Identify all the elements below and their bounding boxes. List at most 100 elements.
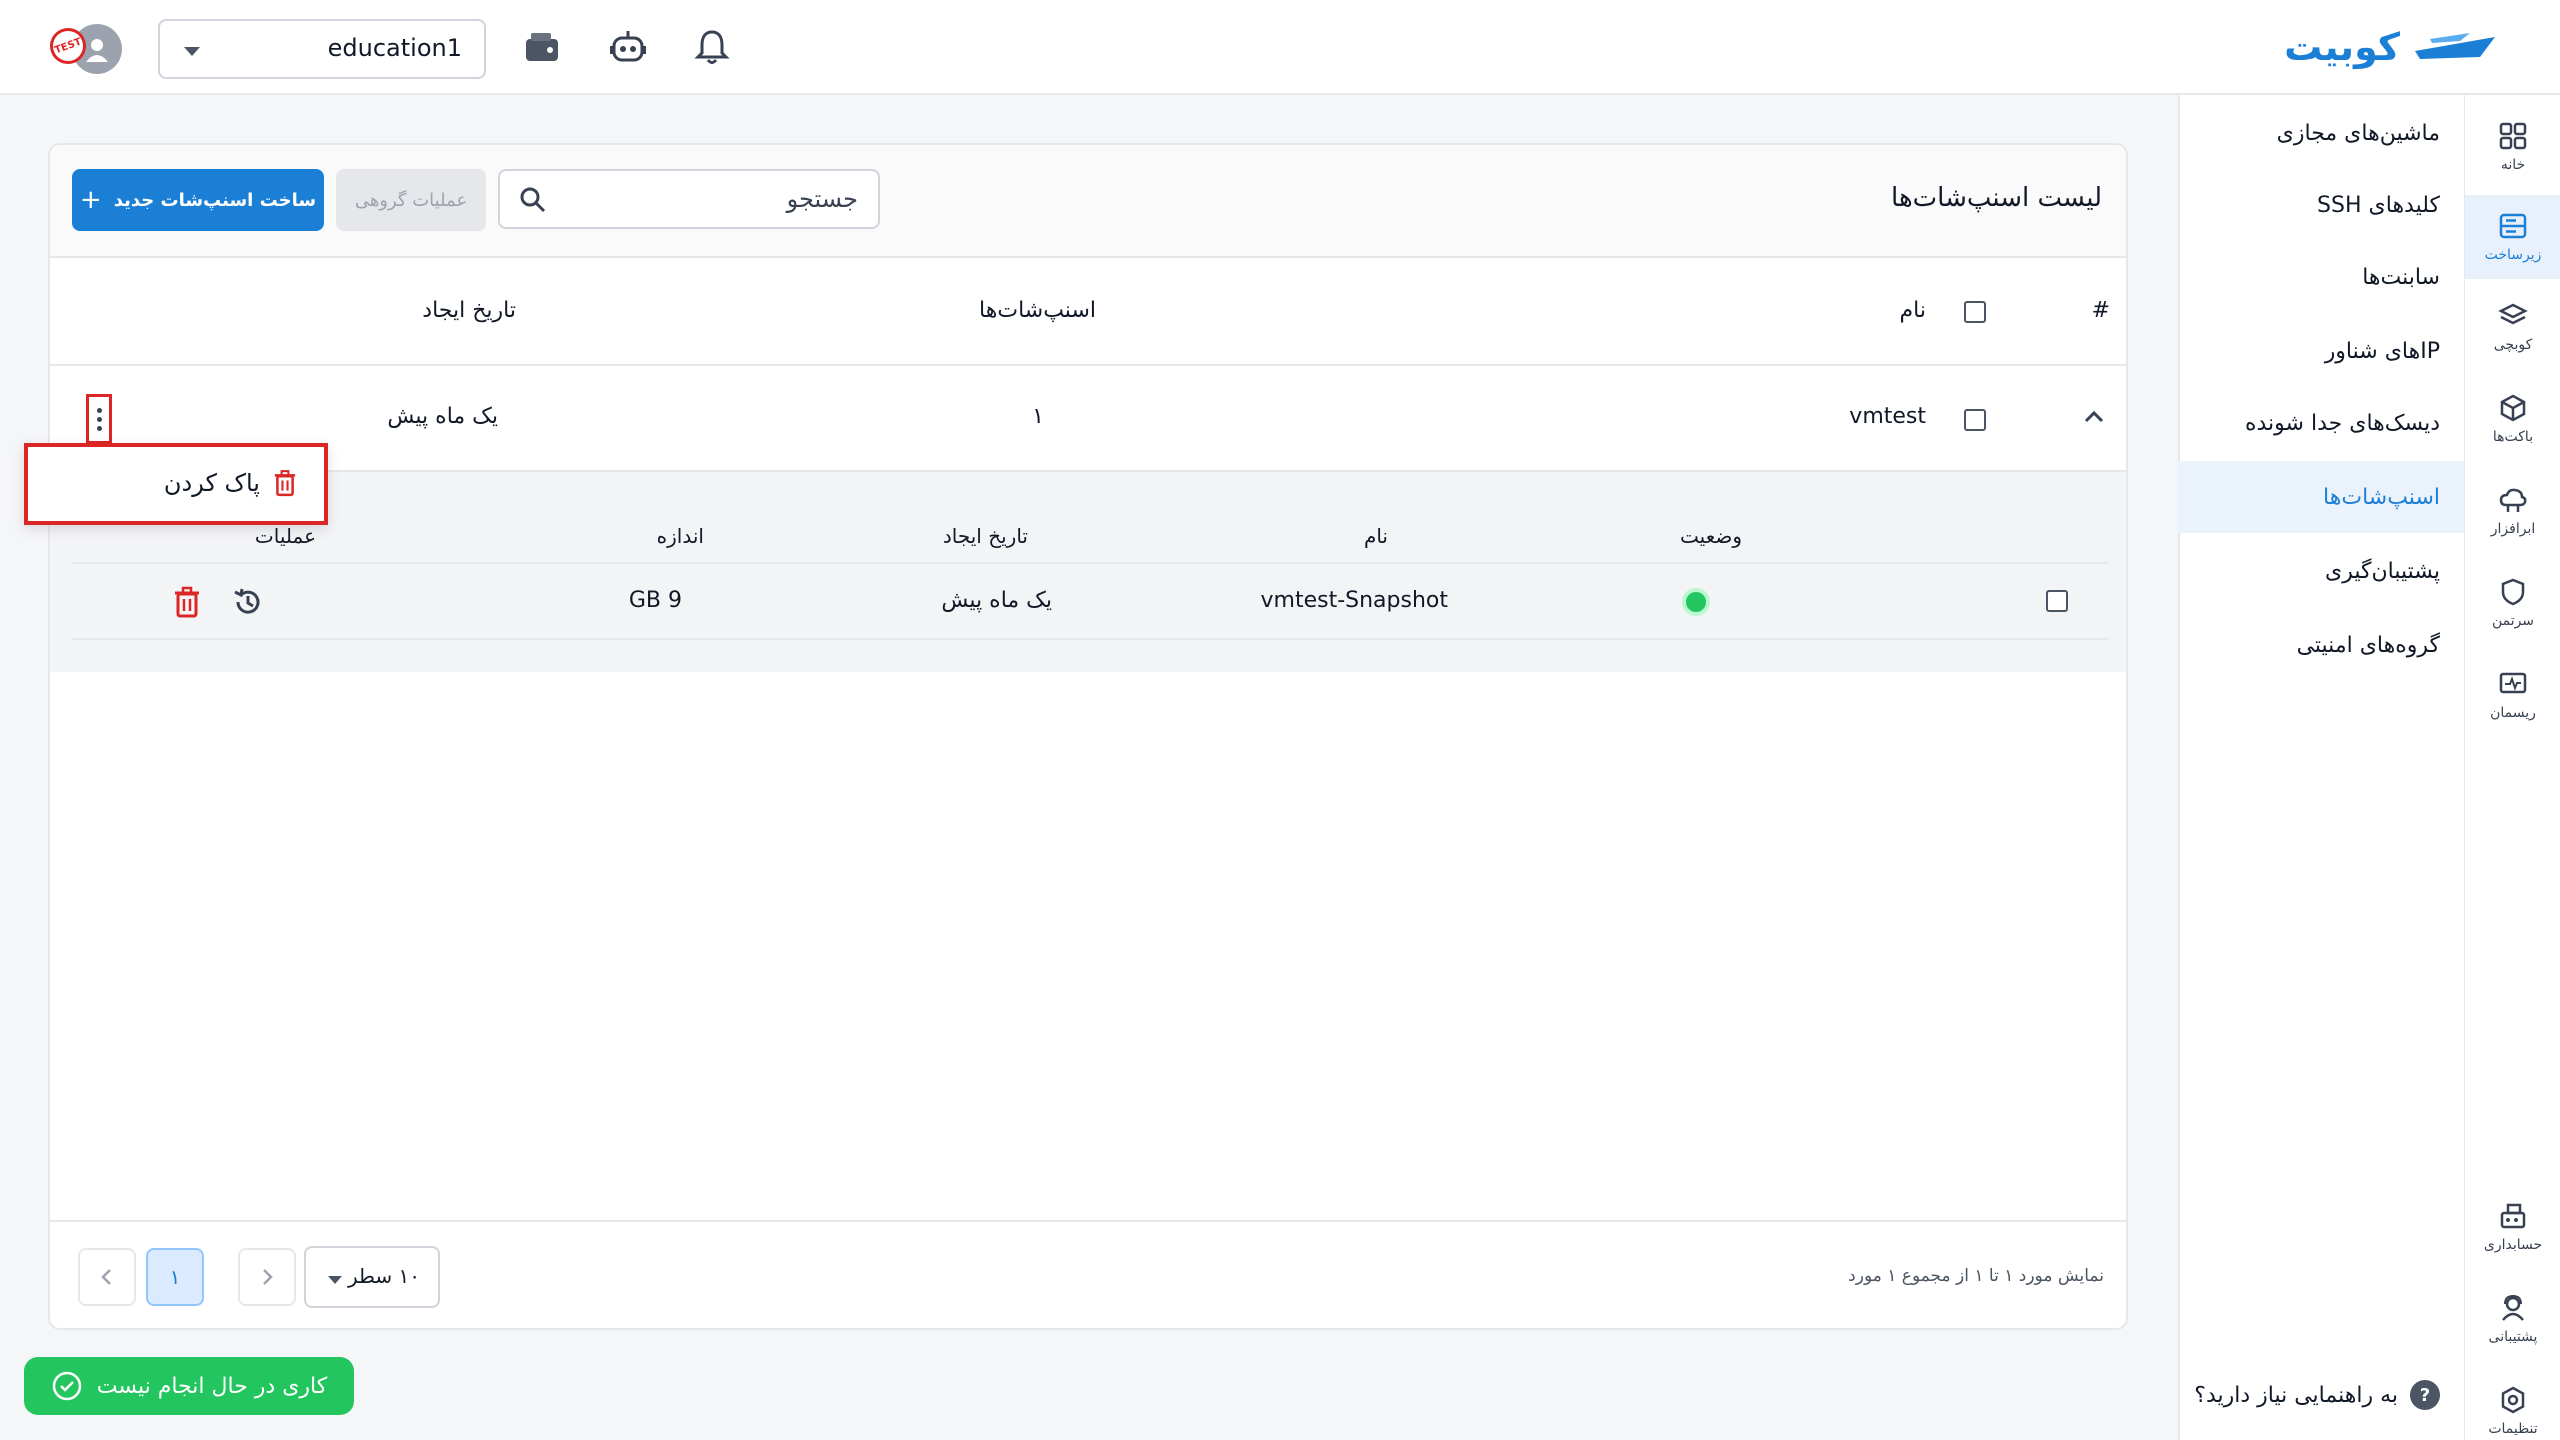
rows-per-page-value: ۱۰ سطر [347, 1264, 420, 1288]
search-placeholder: جستجو [786, 185, 858, 213]
rows-per-page-select[interactable]: ۱۰ سطر [304, 1246, 440, 1308]
rail-label: سرتمن [2491, 613, 2535, 629]
snapshot-created: یک ماه پیش [941, 588, 1052, 613]
select-all-checkbox[interactable] [1964, 301, 1986, 323]
search-input[interactable]: جستجو [498, 169, 880, 229]
row-checkbox[interactable] [1964, 409, 1986, 431]
sub-column-actions: عملیات [254, 524, 316, 548]
logo[interactable]: کوبیت [2260, 22, 2500, 72]
create-snapshot-button[interactable]: ساخت اسنپ‌شات جدید + [72, 169, 324, 231]
wallet-icon[interactable] [520, 25, 564, 69]
column-name: نام [1899, 298, 1926, 323]
settings-icon [2501, 1386, 2525, 1414]
sub-column-name: نام [1363, 524, 1388, 548]
rail-item-kubchi[interactable]: کوبچی [2465, 285, 2560, 369]
row-created: یک ماه پیش [387, 404, 498, 429]
toast-text: کاری در حال انجام نیست [96, 1373, 328, 1399]
rail-item-sartman[interactable]: سرتمن [2465, 561, 2560, 645]
rail-label: کوبچی [2493, 337, 2533, 353]
chevron-down-icon [328, 1276, 342, 1284]
pagination-prev-button[interactable] [78, 1248, 136, 1306]
rail-label: زیرساخت [2484, 247, 2542, 263]
pagination-next-button[interactable] [238, 1248, 296, 1306]
submenu-item-subnets[interactable]: سابنت‌ها [2178, 241, 2464, 313]
table-header: # نام اسنپ‌شات‌ها تاریخ ایجاد [50, 258, 2126, 366]
rail-label: ابرافزار [2490, 521, 2536, 537]
cube-icon [2500, 394, 2526, 422]
chevron-left-icon [101, 1269, 111, 1285]
snapshot-row: vmtest-Snapshot یک ماه پیش 9 GB [72, 564, 2108, 640]
logo-text: کوبیت [2284, 25, 2400, 69]
chevron-down-icon [184, 47, 200, 56]
shield-icon [2501, 578, 2525, 606]
delete-trash-icon[interactable] [174, 586, 200, 618]
submenu-item-virtual-machines[interactable]: ماشین‌های مجازی [2178, 97, 2464, 169]
column-hash: # [2091, 298, 2110, 323]
help-link[interactable]: ? به راهنمایی نیاز دارید؟ [2194, 1380, 2440, 1410]
submenu-item-ssh-keys[interactable]: کلیدهای SSH [2178, 169, 2464, 241]
rail-item-support[interactable]: پشتیبانی [2465, 1277, 2560, 1361]
support-icon [2502, 1294, 2524, 1321]
rail-item-home[interactable]: خانه [2465, 105, 2560, 189]
rail-item-buckets[interactable]: باکت‌ها [2465, 377, 2560, 461]
menu-item-delete-label: پاک کردن [163, 469, 260, 497]
create-snapshot-label: ساخت اسنپ‌شات جدید [113, 189, 317, 211]
rail-item-cloud-app[interactable]: ابرافزار [2465, 469, 2560, 553]
row-snapshot-count: ۱ [1032, 404, 1044, 429]
bulk-actions-button[interactable]: عملیات گروهی [336, 169, 486, 231]
row-name: vmtest [1849, 404, 1926, 429]
menu-item-delete[interactable]: پاک کردن [164, 469, 296, 497]
snapshot-subtable-header: وضعیت نام تاریخ ایجاد اندازه عملیات [72, 472, 2108, 564]
chevron-up-icon[interactable] [2084, 408, 2104, 424]
submenu-item-backup[interactable]: پشتیبان‌گیری [2178, 535, 2464, 607]
plus-icon: + [79, 185, 102, 215]
submenu-item-security-groups[interactable]: گروه‌های امنیتی [2178, 609, 2464, 681]
card-header: لیست اسنپ‌شات‌ها جستجو عملیات گروهی ساخت… [50, 145, 2126, 258]
submenu-item-detachable-disks[interactable]: دیسک‌های جدا شونده [2178, 387, 2464, 459]
top-bar: کوبیت education1 TEST [0, 0, 2560, 95]
rail-item-risman[interactable]: ریسمان [2465, 653, 2560, 737]
column-snapshots: اسنپ‌شات‌ها [979, 298, 1096, 323]
status-active-indicator [1682, 588, 1710, 616]
rail-label: خانه [2500, 157, 2526, 173]
sub-column-size: اندازه [656, 524, 704, 548]
accounting-icon [2500, 1203, 2526, 1229]
search-icon [520, 187, 546, 213]
table-row: vmtest ۱ یک ماه پیش [50, 366, 2126, 472]
logo-ship-icon [2415, 33, 2495, 59]
notification-bell-icon[interactable] [690, 25, 734, 69]
rail-label: ریسمان [2490, 705, 2536, 721]
monitor-icon [2499, 672, 2527, 694]
layers-icon [2498, 303, 2528, 325]
home-grid-icon [2499, 122, 2527, 150]
delete-trash-icon [274, 470, 296, 497]
expanded-snapshots-panel: وضعیت نام تاریخ ایجاد اندازه عملیات vmte… [50, 472, 2126, 672]
snapshot-name: vmtest-Snapshot [1260, 588, 1448, 613]
restore-history-icon[interactable] [232, 586, 264, 618]
kebab-dot [96, 407, 102, 413]
rail-label: پشتیبانی [2488, 1329, 2538, 1345]
pagination-page-current[interactable]: ۱ [146, 1248, 204, 1306]
rail-item-infrastructure[interactable]: زیرساخت [2465, 195, 2560, 279]
cloud-app-icon [2499, 488, 2527, 512]
help-text: به راهنمایی نیاز دارید؟ [2194, 1382, 2398, 1408]
task-status-toast: کاری در حال انجام نیست [24, 1357, 354, 1415]
chevron-right-icon [263, 1269, 273, 1285]
rail-label: باکت‌ها [2492, 429, 2534, 445]
submenu-item-snapshots[interactable]: اسنپ‌شات‌ها [2178, 461, 2464, 533]
workspace-select[interactable]: education1 [158, 19, 486, 79]
page-title: لیست اسنپ‌شات‌ها [1891, 183, 2102, 213]
row-actions-kebab-button[interactable] [86, 394, 112, 444]
table-footer: نمایش مورد ۱ تا ۱ از مجموع ۱ مورد ۱۰ سطر… [50, 1220, 2126, 1328]
submenu-item-floating-ips[interactable]: IPهای شناور [2178, 315, 2464, 387]
kebab-dot [96, 416, 102, 422]
snapshot-row-checkbox[interactable] [2046, 590, 2068, 612]
icon-rail: خانه زیرساخت کوبچی باکت‌ها ابرافزار سرتم… [2464, 95, 2560, 1440]
workspace-value: education1 [327, 34, 462, 62]
robot-icon[interactable] [606, 25, 650, 69]
rail-item-settings[interactable]: تنظیمات [2465, 1369, 2560, 1440]
infrastructure-submenu: ماشین‌های مجازی کلیدهای SSH سابنت‌ها IPه… [2178, 95, 2464, 1440]
help-icon: ? [2410, 1380, 2440, 1410]
sub-column-status: وضعیت [1680, 524, 1742, 548]
rail-item-accounting[interactable]: حسابداری [2465, 1185, 2560, 1269]
